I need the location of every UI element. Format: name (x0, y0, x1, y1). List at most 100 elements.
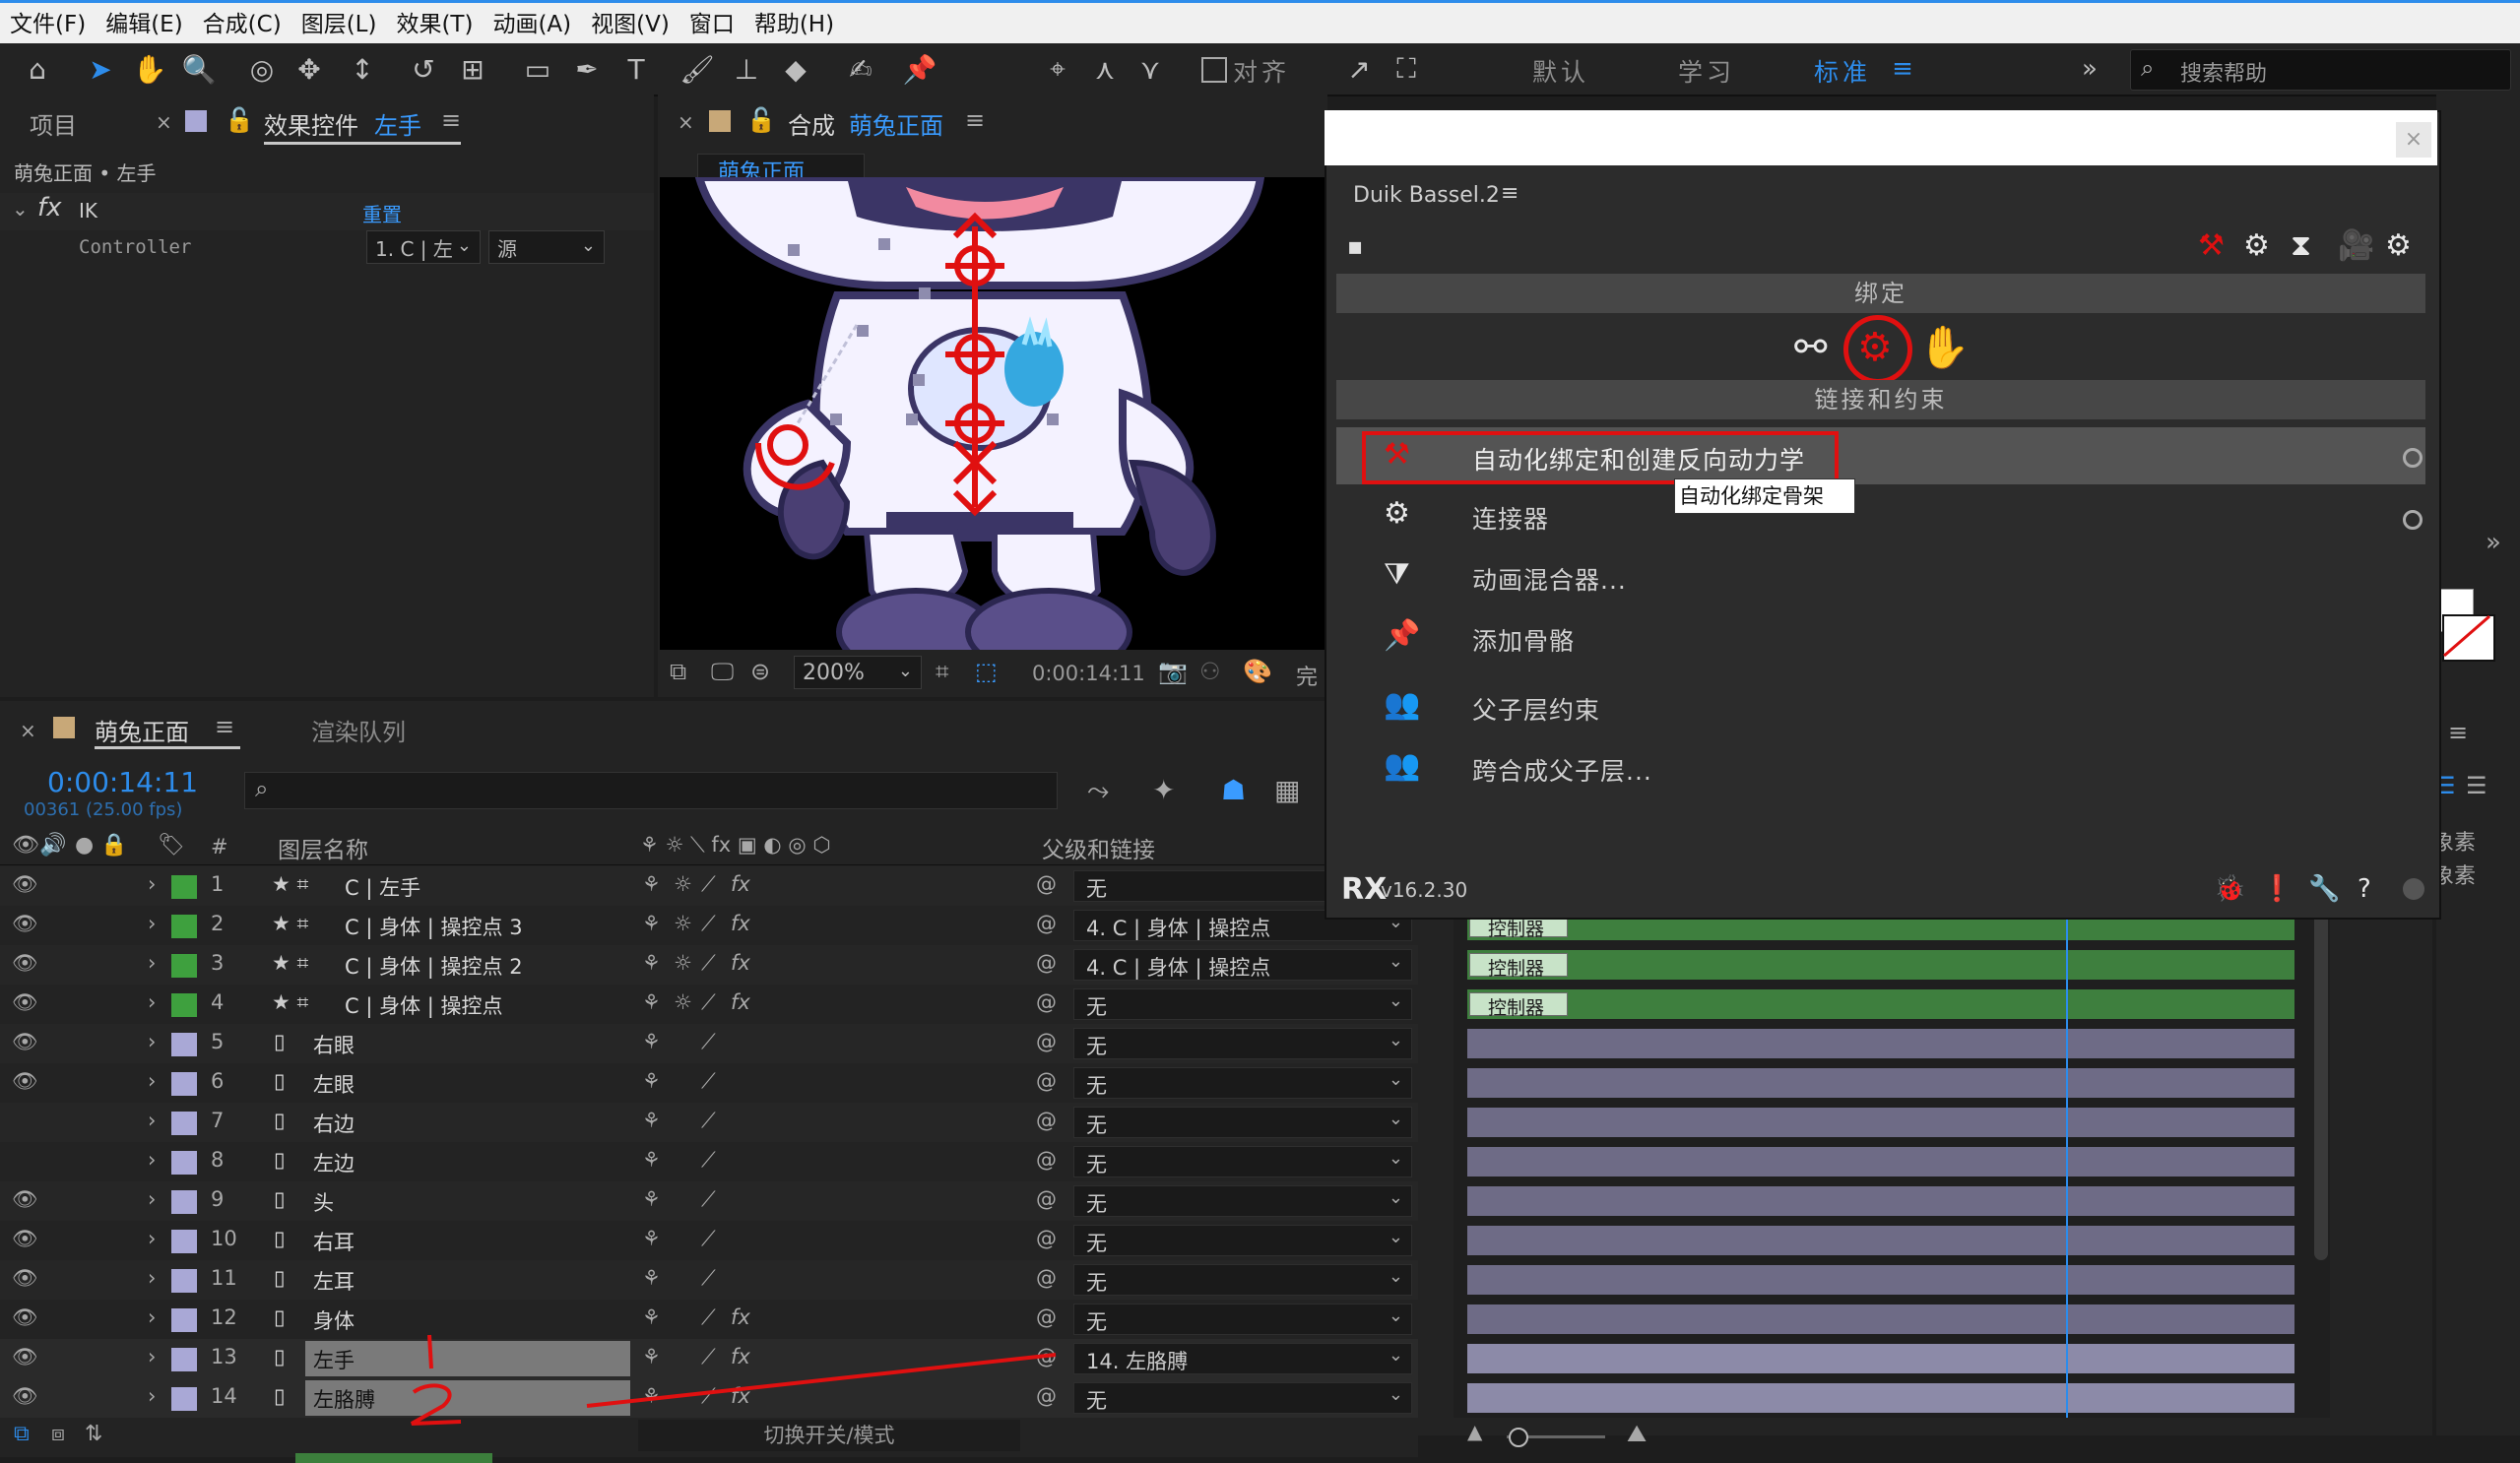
more-workspaces-icon[interactable]: » (2072, 51, 2107, 87)
zoom-slider-handle[interactable] (1509, 1428, 1528, 1447)
eye-icon[interactable]: 👁 (12, 1384, 38, 1409)
fx-switch-icon[interactable]: fx (731, 1384, 750, 1408)
table-row[interactable]: › 8 ▯ 左边 ⚘ ⟋ @ 无 ⌄ (0, 1142, 1418, 1181)
layer-name[interactable]: 右耳 (313, 1227, 355, 1256)
search-help-input[interactable]: ⌕ 搜索帮助 (2130, 49, 2511, 91)
duik-hand-icon[interactable]: ✋ (1918, 323, 1970, 372)
table-row[interactable]: 👁 › 5 ▯ 右眼 ⚘ ⟋ @ 无 ⌄ (0, 1024, 1418, 1063)
quality-switch-icon[interactable]: ⟋ (701, 1030, 716, 1054)
label-color[interactable] (171, 1230, 197, 1253)
pickwhip-icon[interactable]: @ (1036, 1030, 1057, 1053)
selection-tool-icon[interactable]: ➤ (83, 51, 118, 87)
parent-select[interactable]: 无⌄ (1073, 1107, 1412, 1138)
parent-select[interactable]: 14. 左胳膊 ⌄ (1073, 1343, 1412, 1374)
label-color[interactable] (171, 993, 197, 1017)
layer-duration-bar[interactable] (1467, 1304, 2294, 1334)
shy-switch-icon[interactable]: ⚘ (642, 912, 661, 935)
shy-switch-icon[interactable]: ⚘ (642, 1384, 661, 1408)
menu-help[interactable]: 帮助(H) (744, 5, 844, 38)
label-color[interactable] (171, 1190, 197, 1214)
quality-switch-icon[interactable]: ⟋ (701, 1266, 716, 1291)
duik-item-add-bone[interactable]: 📌 添加骨骼 (1336, 608, 2425, 666)
lock-icon[interactable]: 🔓 (746, 106, 776, 134)
comp-tab-prefix[interactable]: 合成 (788, 106, 835, 141)
duik-camera-tab-icon[interactable]: 🎥 (2338, 228, 2374, 263)
layer-name[interactable]: C | 身体 | 操控点 2 (345, 951, 523, 981)
shy-switch-icon[interactable]: ⚘ (642, 1266, 661, 1290)
layer-name[interactable]: 左边 (313, 1148, 355, 1177)
label-color[interactable] (171, 915, 197, 938)
menu-effect[interactable]: 效果(T) (386, 5, 483, 38)
bug-report-icon[interactable]: 🐞 (2214, 874, 2245, 904)
anchor-tool-icon[interactable]: ⊞ (455, 51, 490, 87)
fx-icon[interactable]: fx (37, 193, 62, 223)
chevron-down-icon[interactable]: ⌄ (12, 197, 29, 221)
table-row[interactable]: 👁 › 2 ★ ⌗ C | 身体 | 操控点 3 ⚘ ☼ ⟋ fx @4. C | 身体 | 操控… (0, 906, 1418, 945)
layer-duration-bar[interactable] (1467, 1226, 2294, 1255)
duik-links-icon[interactable]: ⚙ (1857, 325, 1893, 370)
snap-icon[interactable]: ↗ (1341, 51, 1377, 87)
shy-switch-icon[interactable]: ⚘ (642, 1227, 661, 1250)
expand-arrow-icon[interactable]: › (148, 1069, 156, 1093)
eye-icon[interactable]: 👁 (12, 1030, 38, 1054)
composition-viewer[interactable] (660, 177, 1329, 650)
label-color[interactable] (171, 1348, 197, 1371)
expand-arrow-icon[interactable]: › (148, 990, 156, 1014)
pickwhip-icon[interactable]: @ (1036, 1069, 1057, 1093)
pickwhip-icon[interactable]: @ (1036, 1227, 1057, 1250)
shy-switch-icon[interactable]: ⚘ (642, 1305, 661, 1329)
expand-arrow-icon[interactable]: › (148, 912, 156, 935)
toggle-modes-icon[interactable]: ⧈ (51, 1422, 65, 1446)
table-row[interactable]: 👁›1★ ⌗C | 左手⚘☼⟋fx@无⌄ (0, 866, 1418, 906)
effect-reset-link[interactable]: 重置 (362, 199, 402, 227)
brush-tool-icon[interactable]: 🖌 (679, 51, 715, 87)
expand-arrow-icon[interactable]: › (148, 1345, 156, 1368)
justify-icon[interactable]: ☰ (2466, 772, 2488, 799)
quality-switch-icon[interactable]: ⟋ (701, 1109, 716, 1133)
tab-render-queue[interactable]: 渲染队列 (311, 713, 406, 747)
monitor-icon[interactable]: 🖵 (711, 658, 734, 685)
eye-icon[interactable]: 👁 (12, 872, 38, 897)
pickwhip-icon[interactable]: @ (1036, 990, 1057, 1014)
dolly-tool-icon[interactable]: ↕ (345, 51, 380, 87)
layer-name[interactable]: 左耳 (313, 1266, 355, 1296)
pickwhip-icon[interactable]: @ (1036, 1148, 1057, 1172)
duik-note-icon[interactable]: ▪ (1347, 232, 1363, 260)
quality-switch-icon[interactable]: ⟋ (701, 912, 716, 936)
quality-switch-icon[interactable]: ⟋ (701, 1148, 716, 1173)
show-snapshot-icon[interactable]: ⚇ (1199, 658, 1221, 685)
fx-switch-icon[interactable]: fx (731, 872, 750, 896)
pen-tool-icon[interactable]: ✒ (569, 51, 605, 87)
duik-automation-tab-icon[interactable]: ⚙ (2243, 228, 2270, 263)
quality-switch-icon[interactable]: ⟋ (701, 1069, 716, 1094)
fx-switch-icon[interactable]: fx (731, 1305, 750, 1329)
clone-stamp-icon[interactable]: ⊥ (729, 51, 764, 87)
layer-duration-bar[interactable] (1467, 1383, 2294, 1413)
table-row[interactable]: 👁 › 6 ▯ 左眼 ⚘ ⟋ @ 无 ⌄ (0, 1063, 1418, 1103)
expand-arrow-icon[interactable]: › (148, 1109, 156, 1132)
expand-arrow-icon[interactable]: › (148, 1305, 156, 1329)
roto-brush-icon[interactable]: ✍ (843, 51, 878, 87)
collapse-switch-icon[interactable]: ☼ (674, 990, 692, 1014)
pickwhip-icon[interactable]: @ (1036, 951, 1057, 975)
pickwhip-icon[interactable]: @ (1036, 1266, 1057, 1290)
eraser-tool-icon[interactable]: ◆ (778, 51, 813, 87)
workspace-menu-icon[interactable]: ≡ (1885, 51, 1920, 87)
duik-item-autorig[interactable]: ⚒ 自动化绑定和创建反向动力学 (1336, 427, 2425, 484)
duik-rigging-tab-icon[interactable]: ⚒ (2198, 228, 2225, 263)
label-color[interactable] (171, 1072, 197, 1096)
tab-project[interactable]: 项目 (30, 106, 77, 141)
quality-switch-icon[interactable]: ⟋ (701, 1384, 716, 1409)
menu-layer[interactable]: 图层(L) (291, 5, 387, 38)
duik-bones-icon[interactable]: ⚯ (1794, 325, 1828, 370)
close-icon[interactable]: × (156, 110, 172, 134)
col-layer-name[interactable]: 图层名称 (278, 831, 368, 864)
layer-name[interactable]: C | 身体 | 操控点 (345, 990, 503, 1020)
puppet-pin-icon[interactable]: 📌 (902, 51, 937, 87)
menu-file[interactable]: 文件(F) (0, 5, 96, 38)
expand-arrow-icon[interactable]: › (148, 1384, 156, 1408)
layer-duration-bar[interactable] (1467, 989, 2294, 1019)
shy-switch-icon[interactable]: ⚘ (642, 990, 661, 1014)
settings-wrench-icon[interactable]: 🔧 (2308, 874, 2340, 904)
controller-source-select[interactable]: 源 ⌄ (488, 230, 605, 264)
